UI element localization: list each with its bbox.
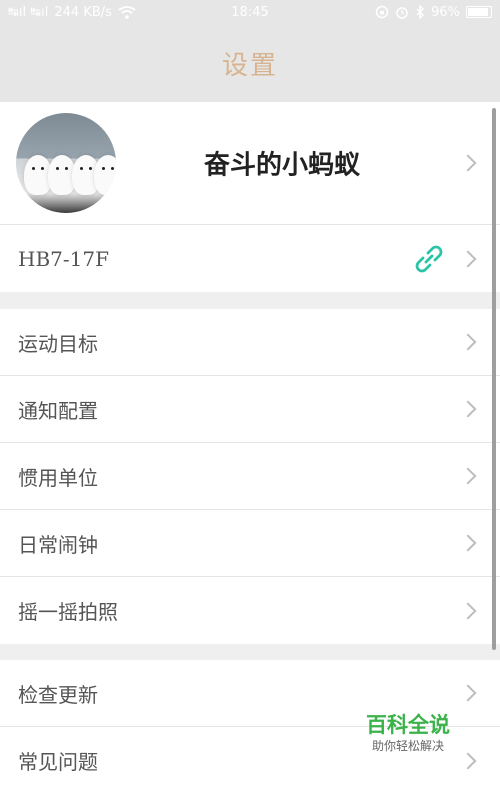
list-item-label: 运动目标	[18, 331, 98, 356]
signal-icon: ↹ıl ↹ıl	[8, 4, 49, 20]
list-item-label: 惯用单位	[18, 465, 98, 490]
device-id: HB7-17F	[18, 246, 109, 271]
list-item-label: 摇一摇拍照	[18, 600, 118, 624]
status-bar: ↹ıl ↹ıl 244 KB/s 18:45 96%	[0, 0, 500, 24]
profile-name: 奋斗的小蚂蚁	[204, 150, 361, 181]
watermark: 百科全说 助你轻松解决	[352, 712, 464, 762]
bluetooth-icon	[416, 5, 425, 19]
list-item-label: 检查更新	[18, 682, 98, 707]
link-icon	[415, 245, 443, 272]
device-row[interactable]: HB7-17F	[0, 225, 500, 292]
chevron-right-icon	[459, 154, 477, 172]
wifi-icon	[118, 5, 136, 19]
profile-row[interactable]: 奋斗的小蚂蚁	[0, 102, 500, 225]
battery-percent: 96%	[431, 4, 460, 20]
list-item[interactable]: 日常闹钟	[0, 510, 500, 577]
settings-group-1: 运动目标 通知配置 惯用单位 日常闹钟 摇一摇拍照	[0, 309, 500, 644]
list-item-label: 日常闹钟	[18, 532, 98, 557]
battery-icon	[466, 6, 492, 18]
alarm-icon	[396, 7, 408, 19]
title-bar: 设置	[0, 24, 500, 102]
network-speed: 244 KB/s	[54, 4, 112, 20]
list-item-label: 通知配置	[18, 398, 98, 423]
scrollbar[interactable]	[492, 108, 496, 650]
watermark-subtitle: 助你轻松解决	[371, 739, 444, 753]
lock-rotation-icon	[375, 5, 389, 19]
list-item[interactable]: 通知配置	[0, 376, 500, 443]
chevron-right-icon	[459, 250, 477, 267]
list-item[interactable]: 惯用单位	[0, 443, 500, 510]
dog-figure	[94, 155, 116, 195]
avatar	[16, 113, 116, 213]
list-item[interactable]: 运动目标	[0, 309, 500, 376]
status-right: 96%	[375, 5, 492, 20]
watermark-title: 百科全说	[366, 713, 450, 737]
page-title: 设置	[221, 50, 278, 81]
list-item[interactable]: 摇一摇拍照	[0, 577, 500, 644]
status-left: ↹ıl ↹ıl 244 KB/s	[8, 5, 375, 20]
profile-group: 奋斗的小蚂蚁 HB7-17F	[0, 102, 500, 292]
